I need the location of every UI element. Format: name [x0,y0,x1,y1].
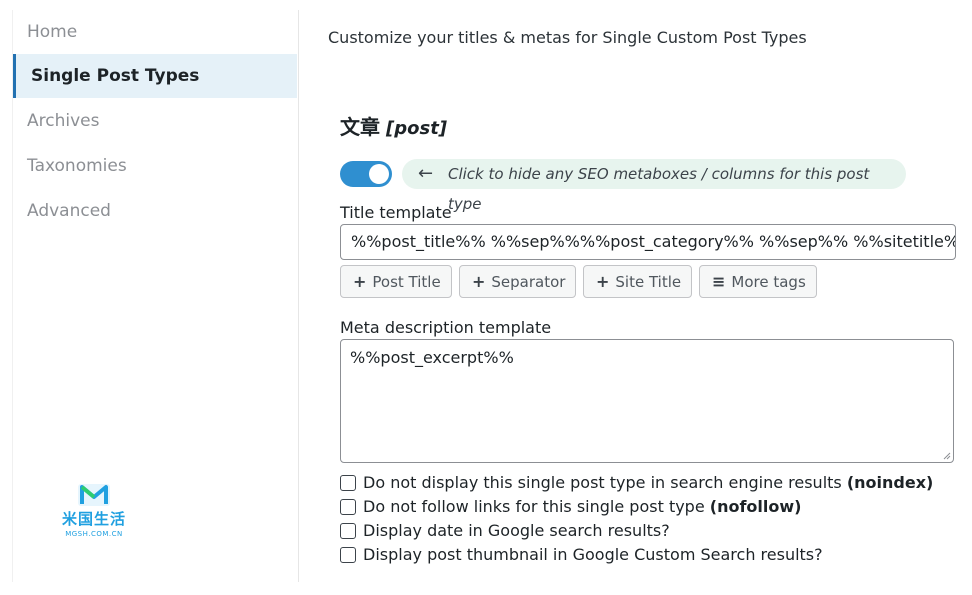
toggle-hint: ← Click to hide any SEO metaboxes / colu… [402,159,906,213]
noindex-checkbox-row[interactable]: Do not display this single post type in … [340,473,933,495]
meta-description-label: Meta description template [340,318,552,337]
post-type-slug: [post] [386,118,448,139]
resize-grip-icon[interactable] [941,450,951,460]
add-site-title-tag-label: Site Title [615,273,682,291]
post-thumbnail-checkbox[interactable] [340,547,356,563]
sidebar-item-home[interactable]: Home [13,10,297,54]
logo-domain: MGSH.COM.CN [65,530,123,538]
toggle-knob [369,164,389,184]
meta-description-textarea[interactable]: %%post_excerpt%% [340,339,954,463]
sidebar-item-archives[interactable]: Archives [13,99,297,143]
more-tags-button[interactable]: ≡ More tags [699,265,817,298]
page-subtitle: Customize your titles & metas for Single… [328,28,807,47]
sidebar-item-taxonomies[interactable]: Taxonomies [13,144,297,188]
display-date-checkbox-row[interactable]: Display date in Google search results? [340,521,670,543]
title-template-input[interactable]: %%post_title%% %%sep%%%%post_category%% … [340,224,956,260]
add-separator-tag-button[interactable]: + Separator [459,265,577,298]
post-thumbnail-label: Display post thumbnail in Google Custom … [363,545,823,564]
post-type-visibility-toggle[interactable] [340,161,392,187]
arrow-left-icon: ← [418,163,434,184]
noindex-label: Do not display this single post type in … [363,473,847,492]
meta-description-value: %%post_excerpt%% [350,348,514,367]
site-logo: 米国生活 MGSH.COM.CN [49,482,139,552]
display-date-label: Display date in Google search results? [363,521,670,540]
noindex-label-bold: (noindex) [846,473,934,492]
logo-m-icon [78,484,110,506]
noindex-checkbox[interactable] [340,475,356,491]
post-type-heading: 文章 [post] [340,111,447,140]
sidebar-item-single-post-types[interactable]: Single Post Types [13,54,297,98]
post-type-name: 文章 [340,115,380,139]
add-post-title-tag-button[interactable]: + Post Title [340,265,452,298]
plus-icon: + [353,272,367,291]
nofollow-checkbox[interactable] [340,499,356,515]
plus-icon: + [596,272,610,291]
add-site-title-tag-button[interactable]: + Site Title [583,265,693,298]
settings-sidebar: Home Single Post Types Archives Taxonomi… [12,10,299,582]
display-date-checkbox[interactable] [340,523,356,539]
nofollow-label: Do not follow links for this single post… [363,497,710,516]
sidebar-item-advanced[interactable]: Advanced [13,189,297,233]
post-thumbnail-checkbox-row[interactable]: Display post thumbnail in Google Custom … [340,545,823,567]
nofollow-label-bold: (nofollow) [709,497,802,516]
menu-lines-icon: ≡ [712,272,726,291]
logo-name: 米国生活 [61,510,126,528]
add-separator-tag-label: Separator [491,273,566,291]
more-tags-label: More tags [731,273,806,291]
nofollow-checkbox-row[interactable]: Do not follow links for this single post… [340,497,801,519]
plus-icon: + [472,272,486,291]
add-post-title-tag-label: Post Title [372,273,441,291]
toggle-hint-text: Click to hide any SEO metaboxes / column… [448,165,870,213]
title-template-label: Title template [340,203,452,222]
